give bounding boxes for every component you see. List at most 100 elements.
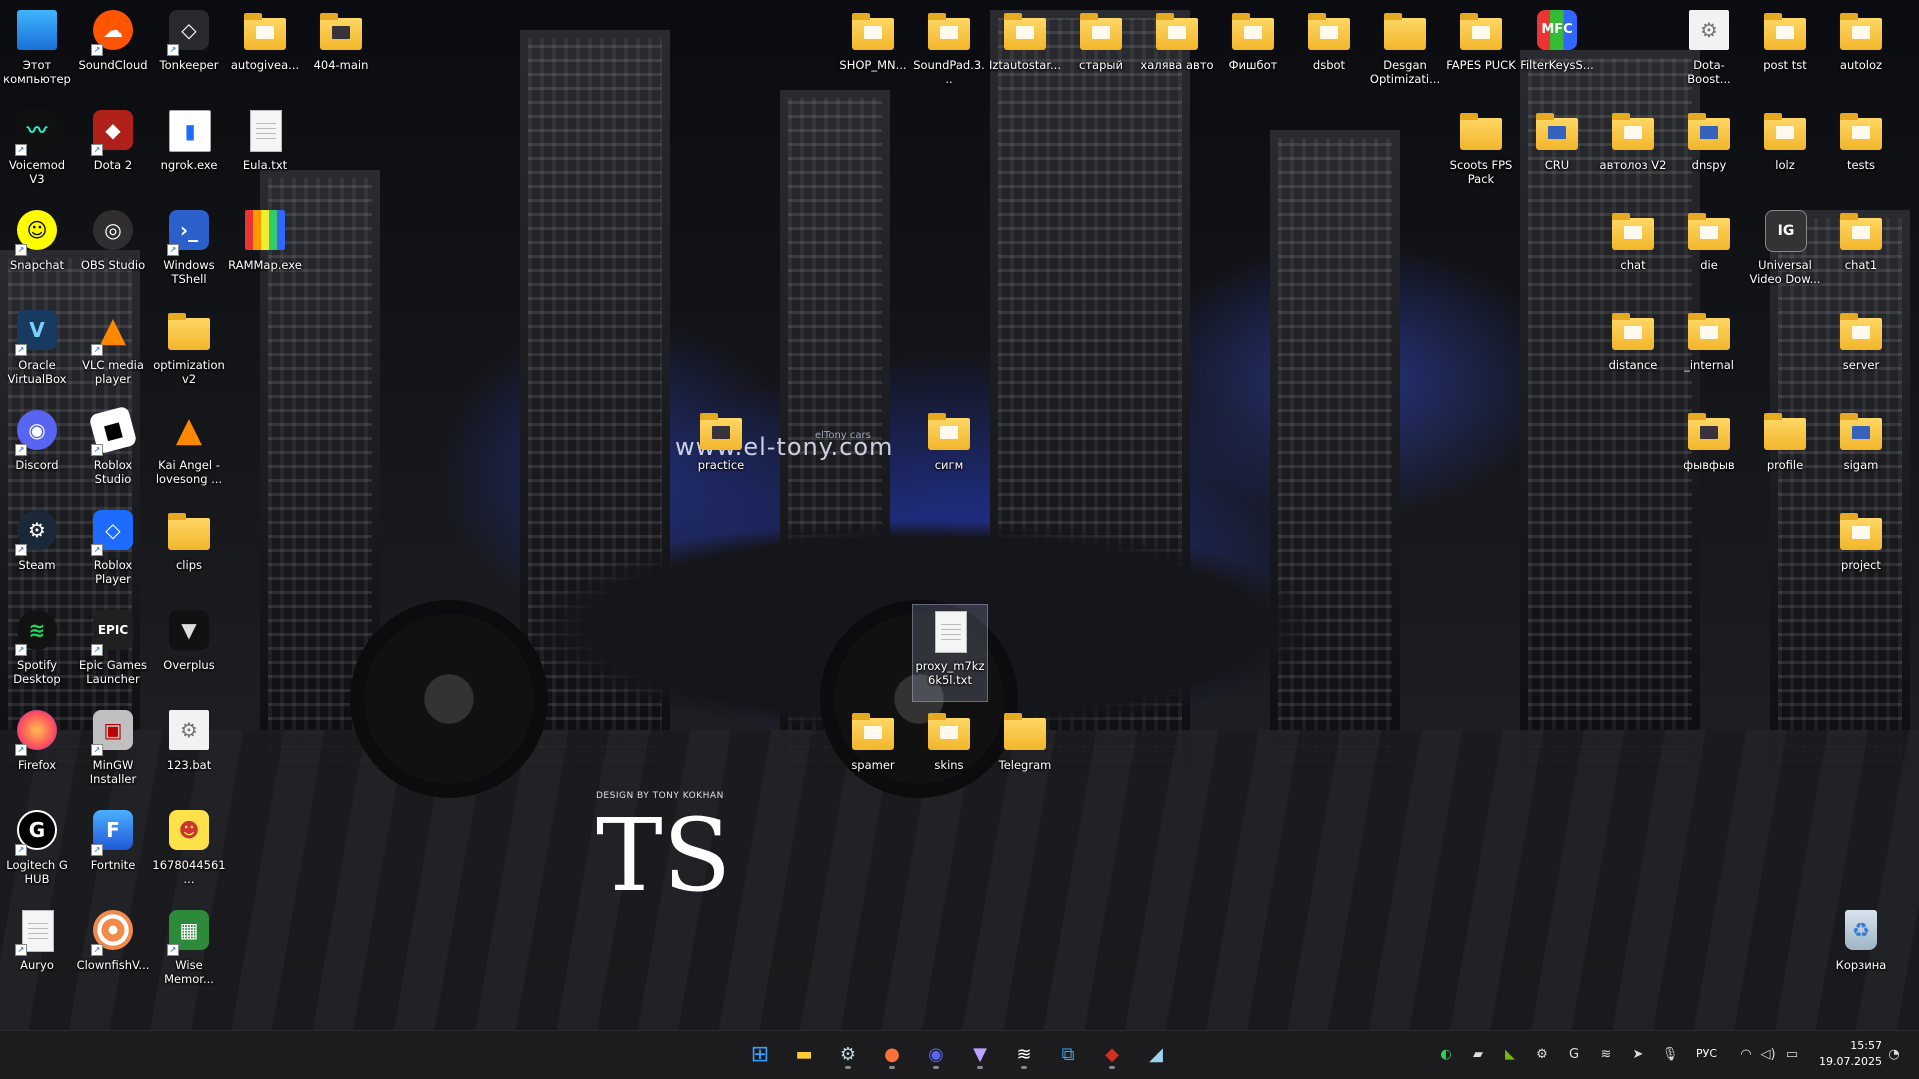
desktop-icon-lolz[interactable]: lolz [1748, 104, 1822, 200]
desktop-icon-overplus[interactable]: ▼ Overplus [152, 604, 226, 700]
taskbar-dota2[interactable]: ◆ [1096, 1039, 1128, 1071]
desktop-icon-spotify[interactable]: ≋ ↗ Spotify Desktop [0, 604, 74, 700]
desktop-icon-profile[interactable]: profile [1748, 404, 1822, 500]
desktop-icon-internal[interactable]: _internal [1672, 304, 1746, 400]
tray-telegram-icon[interactable]: ➤ [1628, 1045, 1648, 1065]
desktop-icon-iztautostar[interactable]: Iztautostar... [988, 4, 1062, 100]
desktop-icon-server[interactable]: server [1824, 304, 1898, 400]
desktop-icon-desgan[interactable]: Desgan Optimizati... [1368, 4, 1442, 100]
taskbar-file-explorer[interactable]: ▬ [788, 1039, 820, 1071]
desktop-icon-voicemod[interactable]: 〰 ↗ Voicemod V3 [0, 104, 74, 200]
desktop-icon-epic[interactable]: EPIC ↗ Epic Games Launcher [76, 604, 150, 700]
icon-label: Scoots FPS Pack [1449, 158, 1513, 186]
desktop-icon-dota2[interactable]: ◆ ↗ Dota 2 [76, 104, 150, 200]
desktop-icon-skins[interactable]: skins [912, 704, 986, 800]
tray-spotify-icon[interactable]: ≋ [1596, 1045, 1616, 1065]
desktop-icon-fyvfyv[interactable]: фывфыв [1672, 404, 1746, 500]
desktop-icon-sigm[interactable]: сигм [912, 404, 986, 500]
desktop-icon-kai-angel[interactable]: ▲ Kai Angel - lovesong ... [152, 404, 226, 500]
desktop-icon-clownfish[interactable]: ↗ ClownfishV... [76, 904, 150, 1000]
desktop-icon-sigam[interactable]: sigam [1824, 404, 1898, 500]
icon-label: ClownfishV... [76, 958, 150, 972]
desktop-icon-autoloz[interactable]: autoloz [1824, 4, 1898, 100]
desktop-icon-roblox-player[interactable]: ◇ ↗ Roblox Player [76, 504, 150, 600]
icon-label: VLC media player [82, 358, 144, 386]
desktop-icon-filterkeys[interactable]: MFC FilterKeysS... [1520, 4, 1594, 100]
desktop-icon-recycle-bin[interactable]: ♻ Корзина [1824, 904, 1898, 1000]
desktop-icon-ngrok[interactable]: ▮ ngrok.exe [152, 104, 226, 200]
volume-icon[interactable]: ◁) [1758, 1045, 1778, 1065]
clock-time[interactable]: 15:57 [1822, 1039, 1882, 1052]
desktop-icon-clips[interactable]: clips [152, 504, 226, 600]
desktop-icon-auryo[interactable]: ↗ Auryo [0, 904, 74, 1000]
desktop-icon-stary[interactable]: старый [1064, 4, 1138, 100]
desktop-icon-image[interactable]: ☻ 1678044561... [152, 804, 226, 900]
input-language-indicator[interactable]: РУС [1696, 1047, 1717, 1060]
desktop-icon-123bat[interactable]: ⚙ 123.bat [152, 704, 226, 800]
taskbar-steam[interactable]: ⚙ [832, 1039, 864, 1071]
desktop-icon-this-pc[interactable]: Этот компьютер [0, 4, 74, 100]
desktop-icon-fapes[interactable]: FAPES PUCK [1444, 4, 1518, 100]
desktop-icon-logitech[interactable]: G ↗ Logitech G HUB [0, 804, 74, 900]
tray-steam-icon[interactable]: ⚙ [1532, 1045, 1552, 1065]
desktop-icon-rammap[interactable]: RAMMap.exe [228, 204, 302, 300]
desktop-icon-chat1[interactable]: chat1 [1824, 204, 1898, 300]
desktop-icon-shop[interactable]: SHOP_MN... [836, 4, 910, 100]
desktop-icon-soundcloud[interactable]: ☁ ↗ SoundCloud [76, 4, 150, 100]
taskbar-app[interactable]: ◢ [1140, 1039, 1172, 1071]
desktop-icon-practice[interactable]: practice [684, 404, 758, 500]
running-indicator [933, 1066, 939, 1069]
desktop-icon-distance[interactable]: distance [1596, 304, 1670, 400]
desktop-icon-fortnite[interactable]: F ↗ Fortnite [76, 804, 150, 900]
desktop-icon-project[interactable]: project [1824, 504, 1898, 600]
desktop-icon-wise[interactable]: ▦ ↗ Wise Memor... [152, 904, 226, 1000]
tray-gpu-icon[interactable]: ◣ [1500, 1045, 1520, 1065]
desktop-icon-firefox[interactable]: ↗ Firefox [0, 704, 74, 800]
desktop-icon-soundpad[interactable]: SoundPad.3... [912, 4, 986, 100]
battery-icon[interactable]: ▭ [1782, 1045, 1802, 1065]
start-button[interactable]: ⊞ [744, 1039, 776, 1071]
desktop-icon-chat[interactable]: chat [1596, 204, 1670, 300]
clock-date[interactable]: 19.07.2025 [1808, 1055, 1882, 1068]
desktop-icon-telegram[interactable]: Telegram [988, 704, 1062, 800]
desktop-icon-roblox-studio[interactable]: ■ ↗ Roblox Studio [76, 404, 150, 500]
taskbar-discord[interactable]: ◉ [920, 1039, 952, 1071]
desktop-icon-fishbot[interactable]: Фишбот [1216, 4, 1290, 100]
desktop-icon-dnspy[interactable]: dnspy [1672, 104, 1746, 200]
desktop-icon-mingw[interactable]: ▣ ↗ MinGW Installer [76, 704, 150, 800]
wifi-icon[interactable]: ◠ [1736, 1045, 1756, 1065]
desktop-icon-optimization[interactable]: optimization v2 [152, 304, 226, 400]
desktop-icon-steam[interactable]: ⚙ ↗ Steam [0, 504, 74, 600]
desktop-icon-khalyava[interactable]: халява авто [1140, 4, 1214, 100]
desktop-icon-cru[interactable]: CRU [1520, 104, 1594, 200]
desktop-icon-proxy[interactable]: proxy_m7kz6k5l.txt [912, 604, 988, 702]
desktop-icon-404-main[interactable]: 404-main [304, 4, 378, 100]
desktop-icon-die[interactable]: die [1672, 204, 1746, 300]
desktop-icon-eula[interactable]: Eula.txt [228, 104, 302, 200]
taskbar-firefox[interactable]: ● [876, 1039, 908, 1071]
desktop-icon-dota-boost[interactable]: ⚙ Dota-Boost... [1672, 4, 1746, 100]
taskbar-overplus[interactable]: ▼ [964, 1039, 996, 1071]
desktop-icon-tonkeeper[interactable]: ◇ ↗ Tonkeeper [152, 4, 226, 100]
desktop-icon-obs[interactable]: ◎ OBS Studio [76, 204, 150, 300]
desktop-icon-discord[interactable]: ◉ ↗ Discord [0, 404, 74, 500]
desktop-icon-uvd[interactable]: IG Universal Video Dow... [1748, 204, 1822, 300]
taskbar-spotify[interactable]: ≋ [1008, 1039, 1040, 1071]
desktop-icon-scoots[interactable]: Scoots FPS Pack [1444, 104, 1518, 200]
notification-bell-icon[interactable]: ◔ [1884, 1045, 1904, 1065]
desktop-icon-spamer[interactable]: spamer [836, 704, 910, 800]
desktop-icon-avtolots[interactable]: автолоз V2 [1596, 104, 1670, 200]
desktop-icon-snapchat[interactable]: ☺ ↗ Snapchat [0, 204, 74, 300]
taskbar-vscode[interactable]: ⧉ [1052, 1039, 1084, 1071]
desktop-icon-vlc[interactable]: ▲ ↗ VLC media player [76, 304, 150, 400]
tray-microphone-icon[interactable]: 🎙︎ [1660, 1045, 1680, 1065]
desktop-icon-tshell[interactable]: ›_ ↗ Windows TShell [152, 204, 226, 300]
desktop-icon-dsbot[interactable]: dsbot [1292, 4, 1366, 100]
tray-device-icon[interactable]: ▰ [1468, 1045, 1488, 1065]
desktop-icon-tests[interactable]: tests [1824, 104, 1898, 200]
tray-logitech-icon[interactable]: G [1564, 1045, 1584, 1065]
desktop-icon-post-tst[interactable]: post tst [1748, 4, 1822, 100]
tray-nvidia-icon[interactable]: ◐ [1436, 1045, 1456, 1065]
desktop-icon-virtualbox[interactable]: V ↗ Oracle VirtualBox [0, 304, 74, 400]
desktop-icon-autogivea[interactable]: autogivea... [228, 4, 302, 100]
